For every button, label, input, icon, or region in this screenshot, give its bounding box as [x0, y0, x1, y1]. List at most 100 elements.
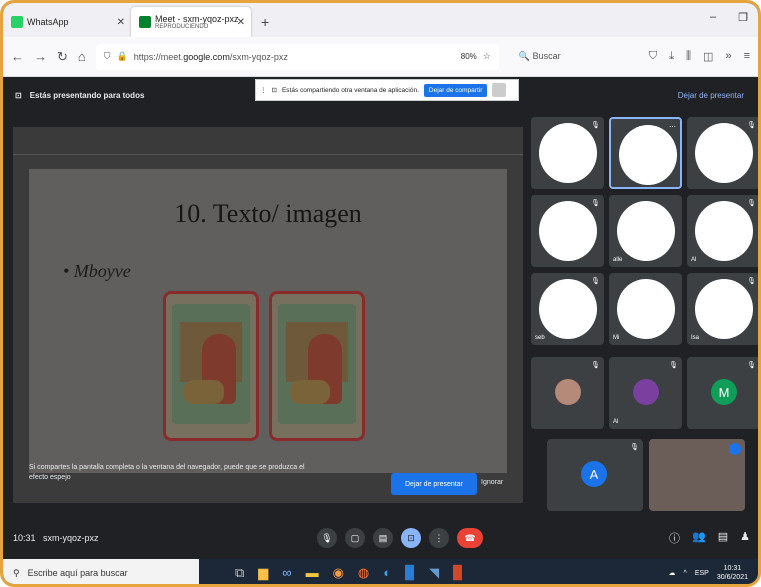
language-indicator[interactable]: ESP [695, 570, 709, 577]
meeting-code: sxm-yqoz-pxz [43, 533, 99, 543]
taskbar-search[interactable]: ⚲ Escribe aquí para buscar [3, 559, 199, 584]
pocket-icon[interactable]: ⛉ [649, 50, 657, 63]
drag-handle-icon[interactable]: ⋮ [260, 86, 267, 94]
word-icon[interactable]: ▉ [405, 565, 415, 581]
sidebar-icon[interactable]: ◫ [703, 50, 713, 63]
share-icon: ⊡ [271, 87, 277, 94]
present-button[interactable]: ⊡ [401, 528, 421, 548]
mic-off-icon: 🎙 [591, 278, 600, 285]
people-icon[interactable]: 👥 [692, 530, 706, 546]
mic-off-icon: 🎙 [591, 362, 600, 369]
stop-sharing-button[interactable]: Dejar de compartir [423, 83, 488, 97]
edge-icon[interactable]: ◐ [383, 565, 391, 581]
participant-tile[interactable]: 🎙 seb [531, 273, 604, 345]
slide-title: 10. Texto/ imagen [174, 199, 362, 228]
new-tab-button[interactable]: + [251, 7, 279, 37]
stop-presenting-link[interactable]: Dejar de presentar [678, 91, 744, 100]
photos-icon[interactable]: ◥ [429, 565, 439, 581]
close-tab-icon[interactable]: ✕ [117, 17, 125, 28]
captions-button[interactable]: ▤ [373, 528, 393, 548]
mirror-warning-text: Si compartes la pantalla completa o la v… [29, 464, 305, 481]
mic-off-icon: 🎙 [747, 362, 756, 369]
url-host: google.com [183, 51, 230, 62]
camera-button[interactable]: ▢ [345, 528, 365, 548]
zoom-level[interactable]: 80% [461, 52, 477, 61]
mic-button[interactable]: 🎙 [317, 528, 337, 548]
participant-tile[interactable]: ⋯ [609, 117, 682, 189]
slide: 10. Texto/ imagen • Mboyve [29, 169, 507, 473]
home-button[interactable]: ⌂ [78, 49, 86, 64]
toolbar-icons: ⛉ ⤓ ⫼ ◫ » ≡ [649, 50, 750, 63]
maximize-button[interactable]: ❐ [738, 11, 748, 24]
url-bar[interactable]: ⛉ 🔒 https://meet.google.com/sxm-yqoz-pxz… [95, 43, 499, 70]
folder-icon[interactable]: ▬ [306, 565, 319, 581]
infinity-app-icon[interactable]: ∞ [282, 565, 291, 581]
hide-banner-button[interactable] [492, 83, 507, 97]
ignore-button[interactable]: Ignorar [481, 479, 503, 486]
meeting-time: 10:31 [13, 533, 36, 543]
search-icon: ⚲ [13, 567, 20, 578]
shared-window-titlebar [13, 127, 523, 155]
windows-taskbar: ⚲ Escribe aquí para buscar ⧉ ▆ ∞ ▬ ◉ ◍ ◐… [3, 559, 758, 584]
more-options-button[interactable]: ⋮ [429, 528, 449, 548]
firefox-icon[interactable]: ◍ [358, 565, 369, 581]
participant-tile[interactable]: 🎙 Al [687, 195, 758, 267]
participant-tile[interactable]: 🎙 [531, 357, 604, 429]
mic-off-icon: 🎙 [669, 362, 678, 369]
file-explorer-icon[interactable]: ▆ [258, 565, 268, 581]
library-icon[interactable]: ⫼ [686, 50, 691, 63]
participant-tile[interactable]: Mi [609, 273, 682, 345]
participant-tile[interactable]: 🎙 [687, 117, 758, 189]
reload-button[interactable]: ↻ [57, 49, 68, 65]
lock-icon: 🔒 [116, 51, 128, 61]
shield-icon: ⛉ [103, 51, 111, 61]
tab-whatsapp[interactable]: WhatsApp ✕ [3, 7, 131, 37]
system-tray: ☁ ^ ESP 10:31 30/6/2021 [669, 564, 748, 582]
present-icon: ⊡ [15, 90, 22, 100]
task-view-icon[interactable]: ⧉ [235, 565, 244, 581]
forward-button[interactable]: → [34, 49, 47, 64]
back-button[interactable]: ← [11, 49, 24, 64]
participant-tile[interactable]: 🎙 M [687, 357, 758, 429]
info-icon[interactable]: ⓘ [669, 530, 680, 546]
participant-tile[interactable]: 🎙 [531, 117, 604, 189]
avatar: M [711, 379, 737, 405]
tab-meet[interactable]: Meet - sxm-yqoz-pxz REPRODUCIENDO ✕ [131, 7, 251, 37]
self-view-tile[interactable] [649, 439, 745, 511]
mic-off-icon: 🎙 [591, 200, 600, 207]
mic-off-icon: 🎙 [747, 122, 756, 129]
download-icon[interactable]: ⤓ [669, 50, 674, 63]
tray-expand-icon[interactable]: ^ [684, 570, 687, 577]
activities-icon[interactable]: ♟ [740, 530, 750, 546]
app-icon[interactable]: ◉ [333, 565, 344, 581]
tab-bar: WhatsApp ✕ Meet - sxm-yqoz-pxz REPRODUCI… [3, 3, 758, 37]
share-banner-text: Estás compartiendo otra ventana de aplic… [281, 86, 419, 94]
participant-tile[interactable]: 🎙 Al [609, 357, 682, 429]
tab-label: Meet - sxm-yqoz-pxz [155, 14, 239, 24]
taskbar-search-placeholder: Escribe aquí para buscar [27, 568, 128, 578]
participant-name: seb [535, 335, 545, 341]
chat-icon[interactable]: ▤ [718, 530, 728, 546]
menu-icon[interactable]: ≡ [744, 50, 750, 63]
participant-tile[interactable]: 🎙 Isa [687, 273, 758, 345]
mic-off-icon: 🎙 [747, 278, 756, 285]
participant-tile[interactable]: alle [609, 195, 682, 267]
speaking-indicator-icon [729, 443, 741, 455]
search-input[interactable]: 🔍 Buscar [519, 51, 639, 62]
end-call-button[interactable]: ☎ [457, 528, 483, 548]
overflow-icon[interactable]: » [725, 50, 731, 63]
weather-icon[interactable]: ☁ [669, 569, 676, 577]
participant-name: alle [613, 257, 623, 263]
powerpoint-icon[interactable]: ▉ [453, 565, 463, 581]
minimize-button[interactable]: – [710, 11, 716, 24]
more-options-icon[interactable]: ⋯ [669, 123, 676, 131]
participant-tile[interactable]: 🎙 [531, 195, 604, 267]
presenting-label: Estás presentando para todos [29, 90, 145, 100]
clock[interactable]: 10:31 30/6/2021 [717, 564, 748, 582]
close-tab-icon[interactable]: ✕ [237, 17, 245, 28]
stop-presenting-button[interactable]: Dejar de presentar [391, 473, 477, 495]
star-icon[interactable]: ☆ [483, 51, 491, 62]
mic-off-icon: 🎙 [747, 200, 756, 207]
participant-tile[interactable]: 🎙 A [547, 439, 643, 511]
mic-off-icon: 🎙 [591, 122, 600, 129]
